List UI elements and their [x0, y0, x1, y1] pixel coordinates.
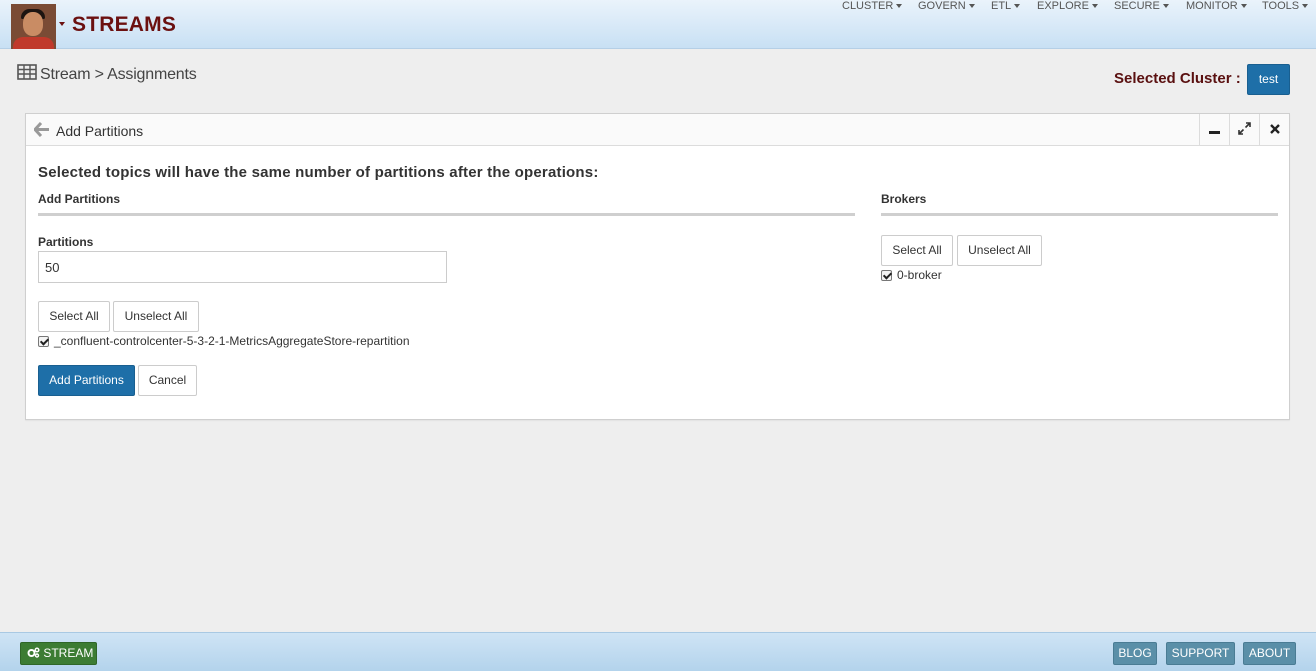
nav-cluster[interactable]: CLUSTER	[842, 0, 903, 12]
panel-title: Add Partitions	[56, 123, 144, 139]
partitions-input[interactable]	[38, 251, 447, 283]
footer-bar: STREAM BLOG SUPPORT ABOUT	[0, 632, 1316, 671]
stream-button-label: STREAM	[43, 646, 94, 660]
nav-etl-label: ETL	[991, 0, 1012, 12]
topic-label: _confluent-controlcenter-5-3-2-1-Metrics…	[54, 334, 410, 348]
add-partitions-panel: Add Partitions Selected topics will have…	[25, 113, 1290, 420]
selected-cluster-button[interactable]: test	[1247, 64, 1290, 95]
chevron-down-icon	[1162, 4, 1169, 9]
blog-button[interactable]: BLOG	[1113, 642, 1157, 665]
brokers-unselect-all-button[interactable]: Unselect All	[957, 235, 1042, 266]
breadcrumb-text: Stream > Assignments	[40, 66, 197, 83]
nav-explore[interactable]: EXPLORE	[1037, 0, 1098, 12]
cogs-icon	[27, 646, 43, 660]
brokers-section-title: Brokers	[881, 192, 927, 206]
section-divider	[881, 213, 1278, 216]
nav-monitor-label: MONITOR	[1186, 0, 1238, 12]
nav-explore-label: EXPLORE	[1037, 0, 1089, 12]
chevron-down-icon	[1014, 4, 1021, 9]
section-divider	[38, 213, 855, 216]
nav-govern[interactable]: GOVERN	[918, 0, 975, 12]
nav-etl[interactable]: ETL	[991, 0, 1021, 12]
support-button[interactable]: SUPPORT	[1166, 642, 1235, 665]
topic-checkbox[interactable]	[38, 336, 49, 347]
table-icon	[17, 64, 37, 85]
expand-icon	[1238, 122, 1251, 138]
nav-secure[interactable]: SECURE	[1114, 0, 1169, 12]
panel-heading: Selected topics will have the same numbe…	[38, 164, 599, 181]
app-brand[interactable]: STREAMS	[72, 13, 176, 37]
close-icon	[1269, 123, 1280, 137]
selected-cluster-label: Selected Cluster :	[1114, 70, 1241, 87]
close-button[interactable]	[1259, 114, 1289, 146]
topic-checkbox-row[interactable]: _confluent-controlcenter-5-3-2-1-Metrics…	[38, 334, 410, 348]
minimize-button[interactable]	[1199, 114, 1229, 146]
top-navbar: STREAMS CLUSTER GOVERN ETL EXPLORE SECUR…	[0, 0, 1316, 49]
nav-cluster-label: CLUSTER	[842, 0, 894, 12]
nav-tools-label: TOOLS	[1262, 0, 1300, 12]
chevron-down-icon	[1302, 4, 1309, 9]
nav-monitor[interactable]: MONITOR	[1186, 0, 1247, 12]
arrow-left-icon[interactable]	[32, 121, 50, 140]
add-partitions-button[interactable]: Add Partitions	[38, 365, 135, 396]
breadcrumb: Stream > Assignments	[17, 64, 197, 85]
chevron-down-icon	[1240, 4, 1247, 9]
nav-secure-label: SECURE	[1114, 0, 1160, 12]
add-partitions-section-title: Add Partitions	[38, 192, 121, 206]
broker-checkbox[interactable]	[881, 270, 892, 281]
brokers-select-all-button[interactable]: Select All	[881, 235, 953, 266]
chevron-down-icon	[1091, 4, 1098, 9]
nav-tools[interactable]: TOOLS	[1262, 0, 1309, 12]
about-button[interactable]: ABOUT	[1243, 642, 1296, 665]
broker-checkbox-row[interactable]: 0-broker	[881, 268, 942, 282]
topics-unselect-all-button[interactable]: Unselect All	[113, 301, 199, 332]
panel-header: Add Partitions	[26, 114, 1289, 146]
chevron-down-icon	[968, 4, 975, 9]
nav-govern-label: GOVERN	[918, 0, 966, 12]
topics-select-all-button[interactable]: Select All	[38, 301, 110, 332]
partitions-label: Partitions	[38, 235, 94, 249]
stream-button[interactable]: STREAM	[20, 642, 97, 665]
expand-button[interactable]	[1229, 114, 1259, 146]
avatar-dropdown-caret-icon[interactable]	[59, 22, 65, 26]
minus-icon	[1209, 123, 1220, 137]
chevron-down-icon	[896, 4, 903, 9]
broker-label: 0-broker	[897, 268, 942, 282]
user-avatar[interactable]	[11, 4, 56, 49]
cancel-button[interactable]: Cancel	[138, 365, 197, 396]
